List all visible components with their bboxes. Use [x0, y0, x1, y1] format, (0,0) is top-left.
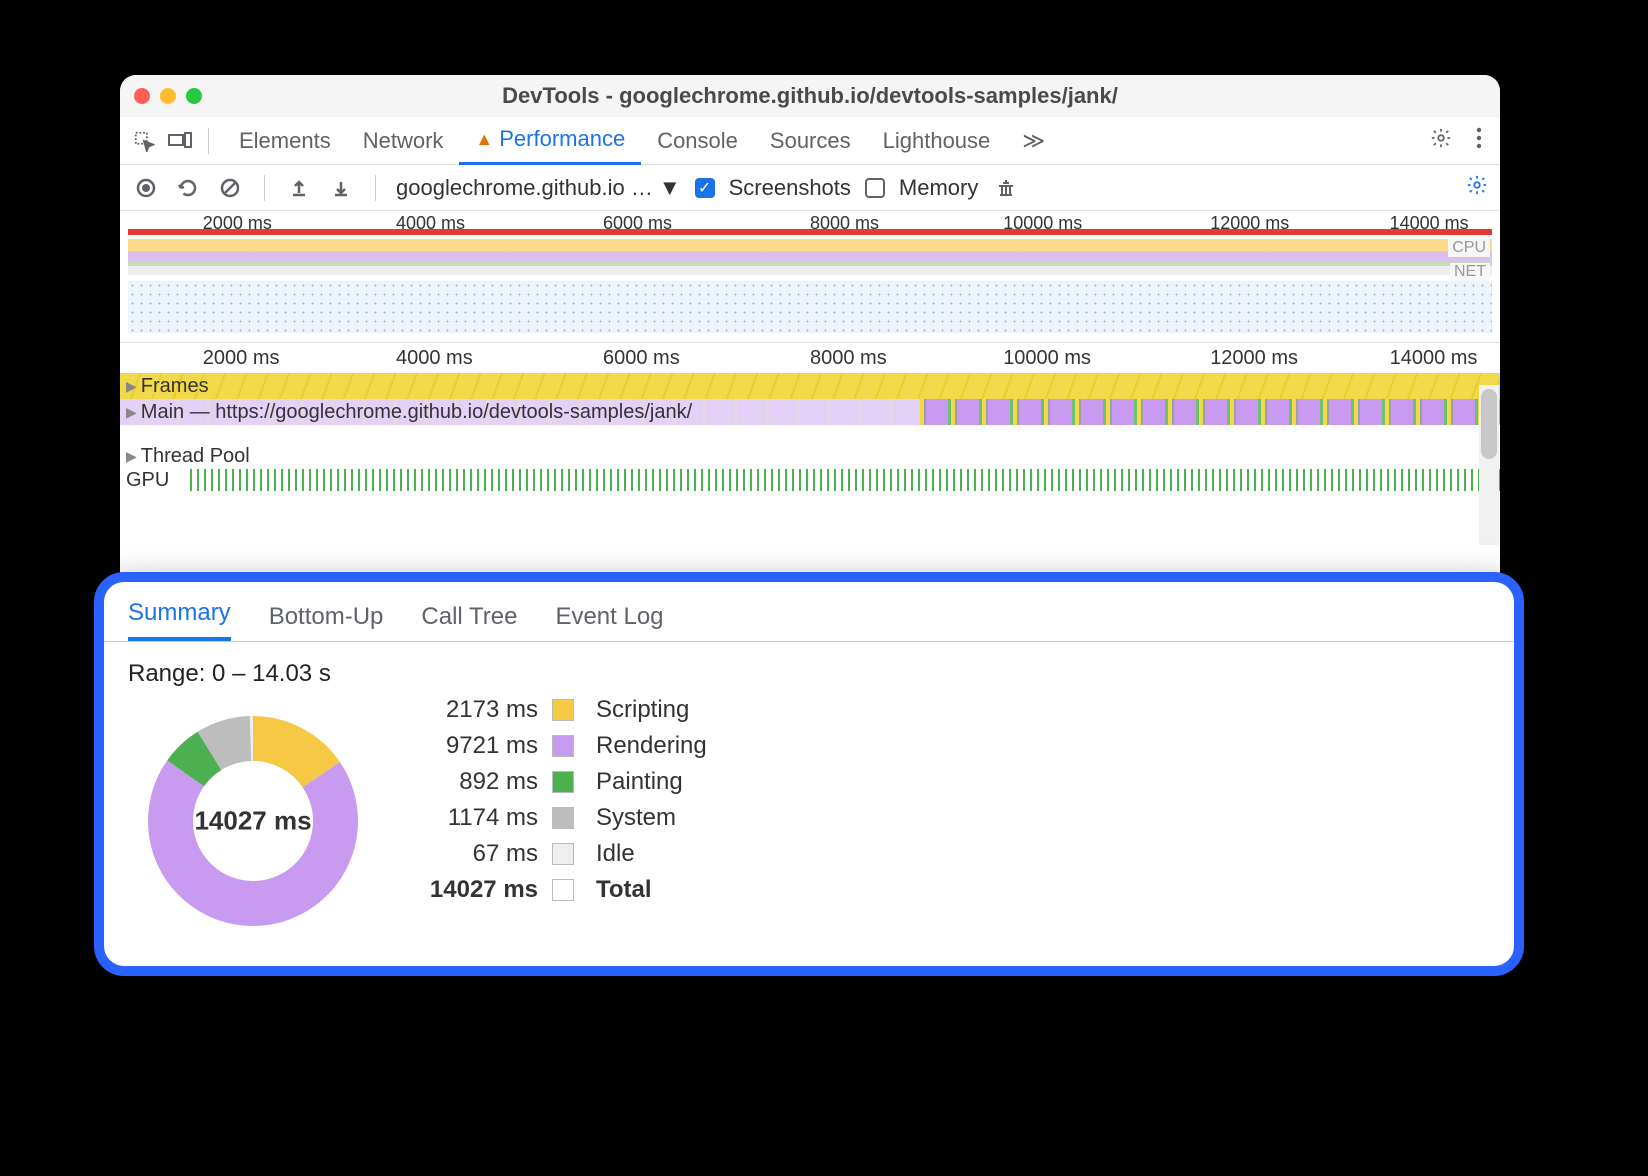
- legend-swatch: [552, 735, 574, 757]
- main-track[interactable]: ▶Main — https://googlechrome.github.io/d…: [120, 399, 1500, 425]
- tab-performance-label: Performance: [499, 126, 625, 152]
- screenshots-checkbox[interactable]: ✓: [695, 178, 715, 198]
- divider: [375, 175, 376, 201]
- legend-name: Rendering: [596, 732, 707, 760]
- donut-slice-rendering: [148, 760, 358, 926]
- divider: [208, 128, 209, 154]
- legend-name: Scripting: [596, 696, 707, 724]
- summary-panel-highlight: Summary Bottom-Up Call Tree Event Log Ra…: [94, 572, 1524, 976]
- summary-donut-chart: 14027 ms: [128, 696, 378, 946]
- record-icon[interactable]: [132, 178, 160, 198]
- reload-icon[interactable]: [174, 178, 202, 198]
- donut-center-label: 14027 ms: [128, 806, 378, 837]
- device-toolbar-icon[interactable]: [166, 127, 194, 155]
- gpu-track[interactable]: GPU: [120, 469, 1500, 491]
- garbage-collect-icon[interactable]: [992, 177, 1020, 199]
- detail-time-axis: 2000 ms 4000 ms 6000 ms 8000 ms 10000 ms…: [120, 343, 1500, 373]
- divider: [264, 175, 265, 201]
- chevron-down-icon: ▼: [659, 175, 681, 201]
- scrollbar-thumb[interactable]: [1481, 389, 1497, 459]
- upload-icon[interactable]: [285, 178, 313, 198]
- legend-name: Idle: [596, 840, 707, 868]
- subtab-bottom-up[interactable]: Bottom-Up: [269, 603, 384, 641]
- panel-tabs: Elements Network ▲ Performance Console S…: [223, 117, 1061, 165]
- settings-gear-icon[interactable]: [1422, 127, 1460, 155]
- range-label: Range: 0 – 14.03 s: [104, 642, 1514, 696]
- net-label: NET: [1450, 263, 1490, 281]
- tab-performance[interactable]: ▲ Performance: [459, 117, 641, 165]
- cpu-label: CPU: [1448, 239, 1490, 257]
- legend-ms: 9721 ms: [388, 732, 538, 760]
- inspect-element-icon[interactable]: [130, 127, 158, 155]
- legend-swatch: [552, 807, 574, 829]
- subtab-summary[interactable]: Summary: [128, 599, 231, 641]
- warning-icon: ▲: [475, 129, 493, 150]
- download-icon[interactable]: [327, 178, 355, 198]
- tab-sources[interactable]: Sources: [754, 117, 867, 165]
- legend-name: Total: [596, 876, 707, 904]
- expand-icon[interactable]: ▶: [126, 378, 137, 395]
- performance-toolbar: googlechrome.github.io … ▼ ✓ Screenshots…: [120, 165, 1500, 211]
- legend-ms: 892 ms: [388, 768, 538, 796]
- legend-ms: 1174 ms: [388, 804, 538, 832]
- summary-legend: 2173 ms Scripting 9721 ms Rendering 892 ms Pa…: [388, 696, 707, 904]
- window-title: DevTools - googlechrome.github.io/devtoo…: [120, 83, 1500, 109]
- legend-ms: 67 ms: [388, 840, 538, 868]
- thread-pool-track[interactable]: ▶Thread Pool: [120, 443, 1500, 469]
- kebab-menu-icon[interactable]: [1468, 127, 1490, 155]
- tab-network[interactable]: Network: [347, 117, 460, 165]
- screenshots-label: Screenshots: [729, 175, 851, 201]
- net-band: NET: [128, 281, 1492, 333]
- thread-pool-label: Thread Pool: [141, 445, 250, 468]
- expand-icon[interactable]: ▶: [126, 448, 137, 465]
- frames-track[interactable]: ▶Frames: [120, 373, 1500, 399]
- gpu-label: GPU: [126, 469, 169, 492]
- memory-checkbox[interactable]: [865, 178, 885, 198]
- recording-select-label: googlechrome.github.io …: [396, 175, 653, 201]
- legend-name: Painting: [596, 768, 707, 796]
- details-subtabs: Summary Bottom-Up Call Tree Event Log: [104, 582, 1514, 642]
- tab-elements[interactable]: Elements: [223, 117, 347, 165]
- subtab-event-log[interactable]: Event Log: [555, 603, 663, 641]
- more-tabs-button[interactable]: ≫: [1006, 117, 1061, 165]
- legend-swatch: [552, 879, 574, 901]
- expand-icon[interactable]: ▶: [126, 404, 137, 421]
- memory-label: Memory: [899, 175, 978, 201]
- overview-minimap[interactable]: || || 2000 ms 4000 ms 6000 ms 8000 ms 10…: [120, 211, 1500, 343]
- summary-body: 14027 ms 2173 ms Scripting 9721 ms Renderin…: [104, 696, 1514, 946]
- legend-ms: 14027 ms: [388, 876, 538, 904]
- main-label: Main — https://googlechrome.github.io/de…: [141, 401, 692, 424]
- titlebar: DevTools - googlechrome.github.io/devtoo…: [120, 75, 1500, 117]
- frames-label: Frames: [141, 375, 209, 398]
- legend-swatch: [552, 771, 574, 793]
- tab-lighthouse[interactable]: Lighthouse: [867, 117, 1007, 165]
- recording-select[interactable]: googlechrome.github.io … ▼: [396, 175, 681, 201]
- legend-name: System: [596, 804, 707, 832]
- subtab-call-tree[interactable]: Call Tree: [421, 603, 517, 641]
- legend-swatch: [552, 843, 574, 865]
- tab-console[interactable]: Console: [641, 117, 754, 165]
- panel-tabs-row: Elements Network ▲ Performance Console S…: [120, 117, 1500, 165]
- clear-icon[interactable]: [216, 178, 244, 198]
- legend-ms: 2173 ms: [388, 696, 538, 724]
- fps-bar: [128, 229, 1492, 235]
- legend-swatch: [552, 699, 574, 721]
- cpu-band: CPU: [128, 239, 1492, 275]
- capture-settings-gear-icon[interactable]: [1466, 174, 1488, 202]
- vertical-scrollbar[interactable]: [1479, 385, 1499, 545]
